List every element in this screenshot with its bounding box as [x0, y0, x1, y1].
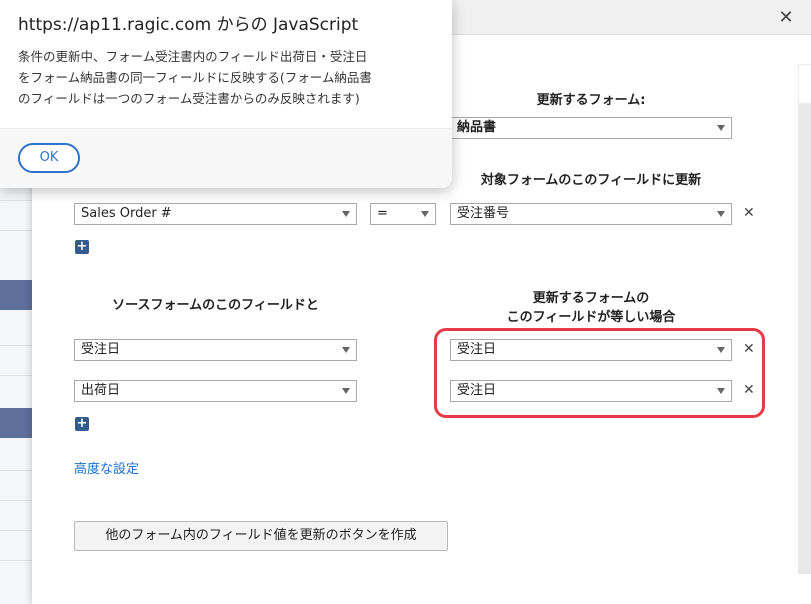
background-row	[0, 200, 34, 201]
add-link-row-button[interactable]: +	[75, 240, 89, 254]
background-row	[0, 500, 34, 501]
chevron-down-icon	[342, 347, 350, 353]
link-operator-value: =	[377, 206, 388, 221]
mapping-source-select[interactable]: 出荷日	[74, 380, 357, 402]
background-row	[0, 470, 34, 471]
mapping-source-value: 出荷日	[81, 383, 121, 398]
background-row	[0, 560, 34, 561]
background-selected-row	[0, 408, 32, 438]
alert-title: https://ap11.ragic.com からの JavaScript	[18, 15, 359, 35]
chevron-down-icon	[421, 211, 429, 217]
form-select[interactable]: 納品書	[450, 117, 732, 139]
source-field-header: ソースフォームのこのフィールドと	[112, 298, 319, 313]
background-row	[0, 375, 34, 376]
chevron-down-icon	[717, 211, 725, 217]
alert-message: 条件の更新中、フォーム受注書内のフィールド出荷日・受注日をフォーム納品書の同一フ…	[18, 49, 372, 106]
highlight-annotation	[434, 328, 765, 418]
advanced-settings-link[interactable]: 高度な設定	[74, 458, 139, 477]
javascript-alert: https://ap11.ragic.com からの JavaScript 条件…	[0, 0, 452, 188]
remove-link-row-icon[interactable]: ✕	[743, 205, 755, 221]
chevron-down-icon	[342, 388, 350, 394]
scrollbar-thumb[interactable]	[798, 64, 811, 104]
add-mapping-row-button[interactable]: +	[75, 417, 89, 431]
close-icon[interactable]: ✕	[774, 6, 798, 30]
form-header: 更新するフォーム:	[536, 93, 646, 108]
link-operator-select[interactable]: =	[370, 203, 436, 225]
mapping-source-value: 受注日	[81, 342, 121, 357]
chevron-down-icon	[717, 125, 725, 131]
ok-button[interactable]: OK	[18, 143, 80, 173]
mapping-source-select[interactable]: 受注日	[74, 339, 357, 361]
link-source-value: Sales Order #	[81, 206, 172, 221]
create-update-button[interactable]: 他のフォーム内のフィールド値を更新のボタンを作成	[74, 521, 448, 551]
link-source-select[interactable]: Sales Order #	[74, 203, 357, 225]
form-select-value: 納品書	[457, 120, 497, 135]
scrollbar-track[interactable]	[798, 64, 811, 574]
background-row	[0, 345, 34, 346]
link-target-value: 受注番号	[457, 206, 510, 221]
background-row	[0, 230, 34, 231]
target-field-header: 対象フォームのこのフィールドに更新	[480, 173, 702, 188]
background-selected-row	[0, 280, 32, 310]
update-field-header-line2: このフィールドが等しい場合	[506, 310, 676, 325]
background-row	[0, 530, 34, 531]
link-target-select[interactable]: 受注番号	[450, 203, 732, 225]
chevron-down-icon	[342, 211, 350, 217]
